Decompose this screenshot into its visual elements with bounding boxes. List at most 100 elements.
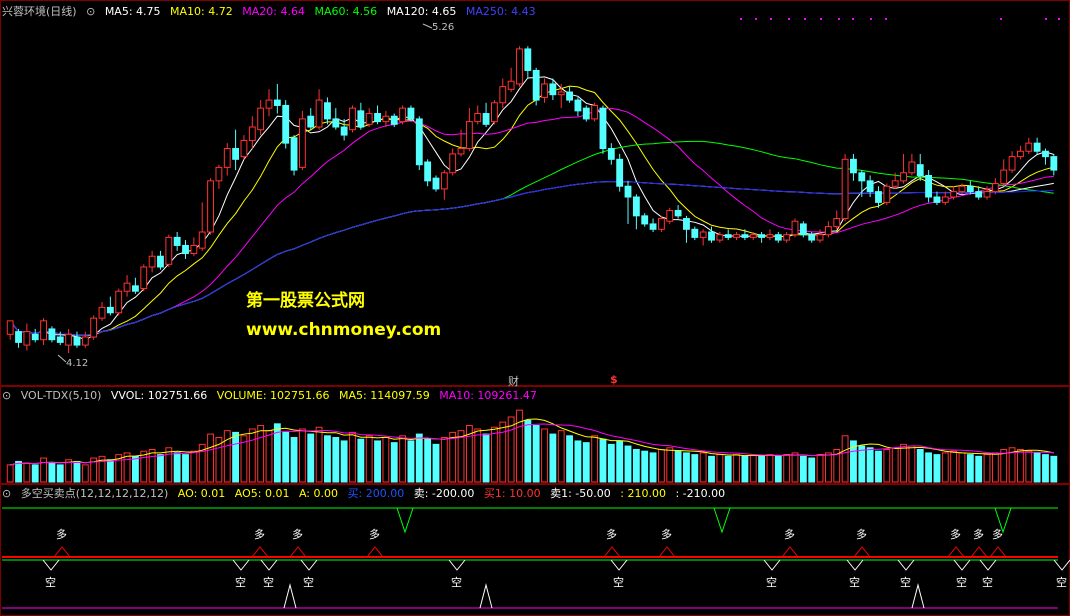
ma250-dot — [740, 18, 742, 20]
candle — [399, 107, 407, 123]
candle — [240, 139, 248, 158]
volume-bar — [15, 460, 22, 483]
sig-title[interactable]: 多空买卖点(12,12,12,12,12) — [21, 487, 169, 500]
short-marker — [897, 559, 915, 571]
volume-label: VOLUME: 102751.66 — [216, 389, 330, 402]
vol-dropdown-icon[interactable]: ⊙ — [2, 389, 11, 402]
candle — [374, 113, 381, 123]
sell1-label: 卖1: -50.00 — [550, 487, 611, 500]
v210-label: : 210.00 — [620, 487, 666, 500]
candle — [1000, 169, 1008, 185]
candle — [165, 236, 173, 265]
short-signal-label: 空 — [303, 576, 314, 589]
candle — [81, 336, 89, 346]
candle — [591, 104, 599, 120]
buy-spike — [283, 583, 297, 609]
volume-bar — [56, 464, 64, 483]
candle — [357, 110, 365, 128]
candle — [741, 234, 749, 238]
volume-bar — [432, 443, 440, 483]
volume-bar — [950, 450, 958, 483]
candle — [215, 166, 223, 182]
volume-bar — [424, 438, 432, 483]
ma250-dot — [755, 18, 757, 20]
main-legend: 兴蓉环境(日线) ⊙ MA5: 4.75 MA10: 4.72 MA20: 4.… — [2, 4, 542, 20]
candle — [699, 231, 707, 238]
panel-frame — [0, 484, 1070, 616]
a-label: A: 0.00 — [298, 487, 338, 500]
candle — [15, 331, 22, 343]
candle — [858, 172, 866, 182]
candle — [850, 158, 857, 174]
candle — [282, 104, 290, 144]
short-marker — [979, 559, 997, 571]
dropdown-icon[interactable]: ⊙ — [86, 5, 95, 18]
long-marker — [970, 546, 988, 558]
vvol-label: VVOL: 102751.66 — [110, 389, 208, 402]
candle — [290, 137, 298, 171]
candle — [223, 148, 231, 168]
short-marker — [260, 559, 278, 571]
candle — [190, 244, 198, 255]
candle — [557, 91, 565, 96]
candle — [783, 234, 791, 241]
candle — [415, 118, 423, 166]
volume-bar — [1025, 450, 1033, 483]
long-signal-label: 多 — [292, 528, 303, 541]
volume-bar — [891, 447, 899, 483]
volume-bar — [407, 440, 415, 483]
volume-bar — [774, 455, 782, 483]
volume-bar — [1050, 455, 1058, 483]
volume-bar — [766, 454, 774, 483]
ma250-dot — [852, 18, 854, 20]
volume-bar — [265, 430, 273, 483]
candle — [708, 231, 715, 241]
ma20-label: MA20: 4.64 — [242, 5, 305, 18]
candle — [23, 331, 31, 346]
vol-title[interactable]: VOL-TDX(5,10) — [21, 389, 102, 402]
dividend-marker[interactable]: $ — [610, 373, 618, 386]
candle — [566, 91, 573, 101]
long-signal-label: 多 — [950, 528, 961, 541]
short-signal-label: 空 — [956, 576, 967, 589]
sig-dropdown-icon[interactable]: ⊙ — [2, 487, 11, 500]
ma10-label: MA10: 4.72 — [170, 5, 233, 18]
volume-bar — [324, 435, 331, 483]
long-signal-label: 多 — [992, 528, 1003, 541]
short-marker — [953, 559, 971, 571]
volume-bar — [374, 440, 381, 483]
short-marker — [448, 559, 466, 571]
volume-bar — [315, 426, 323, 483]
sell-dip — [396, 507, 414, 534]
candle — [474, 113, 482, 123]
volume-bar — [541, 428, 548, 483]
ma250-dot — [885, 18, 887, 20]
candle — [90, 317, 98, 338]
volume-bar — [783, 454, 791, 483]
candle — [449, 153, 457, 174]
candle — [824, 226, 832, 236]
vm210-label: : -210.00 — [675, 487, 726, 500]
candle — [908, 161, 916, 174]
candle — [73, 336, 81, 346]
candle — [657, 218, 665, 230]
ma250-dot — [1000, 18, 1002, 20]
buy-label: 买: 200.00 — [347, 487, 405, 500]
candle — [31, 333, 39, 341]
candle — [808, 234, 816, 241]
candle — [616, 158, 624, 187]
stock-title[interactable]: 兴蓉环境(日线) — [2, 5, 77, 18]
volume-bar — [691, 454, 699, 483]
volume-bar — [173, 452, 181, 483]
candle — [649, 223, 657, 230]
financial-marker[interactable]: 财 — [508, 373, 519, 389]
volume-bar — [816, 454, 824, 483]
candle — [891, 180, 899, 187]
candle — [733, 234, 740, 238]
volume-bar — [73, 460, 81, 483]
ma250-label: MA250: 4.43 — [465, 5, 536, 18]
candle — [925, 174, 933, 198]
candle — [766, 234, 774, 238]
short-marker — [42, 559, 60, 571]
volume-bar — [449, 431, 457, 483]
